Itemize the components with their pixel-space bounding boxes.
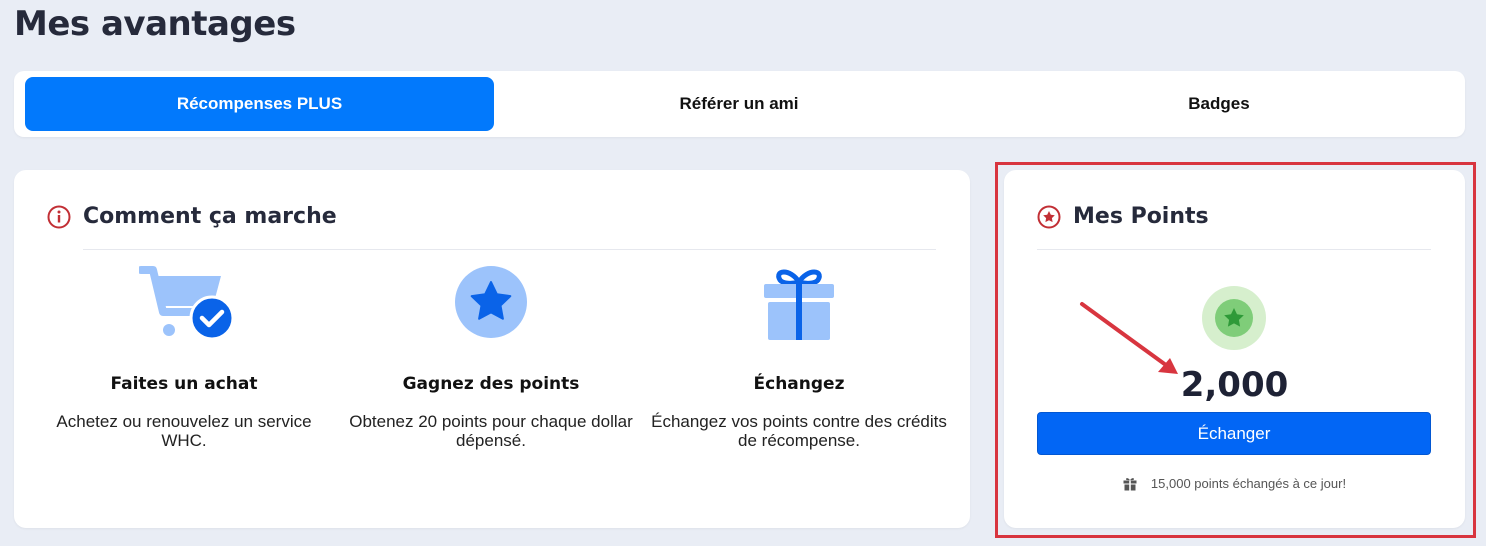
tab-recompenses-plus[interactable]: Récompenses PLUS	[25, 77, 494, 131]
gift-icon	[764, 269, 834, 340]
points-coin-icon	[1202, 286, 1266, 350]
info-circle-icon	[47, 205, 71, 228]
step-earn-title: Gagnez des points	[402, 374, 580, 394]
my-points-header: Mes Points	[1037, 204, 1209, 229]
step-purchase-title: Faites un achat	[110, 374, 258, 394]
star-circle-icon	[455, 266, 527, 338]
my-points-title: Mes Points	[1073, 204, 1209, 229]
step-redeem-title: Échangez	[753, 374, 845, 394]
page-title: Mes avantages	[14, 4, 296, 44]
divider	[1037, 249, 1431, 250]
step-redeem-text: Échangez vos points contre des crédits d…	[651, 412, 947, 450]
how-it-works-header: Comment ça marche	[47, 204, 337, 229]
redeem-button[interactable]: Échanger	[1037, 412, 1431, 455]
tab-referer-un-ami[interactable]: Référer un ami	[494, 77, 984, 131]
divider	[83, 249, 936, 250]
tab-badges[interactable]: Badges	[984, 77, 1454, 131]
cart-check-icon	[139, 266, 233, 340]
redeemed-points-text: 15,000 points échangés à ce jour!	[1150, 476, 1347, 491]
points-balance: 2,000	[1180, 365, 1289, 405]
star-badge-icon	[1037, 205, 1061, 228]
gift-icon	[1123, 477, 1137, 490]
step-earn-text: Obtenez 20 points pour chaque dollar dép…	[349, 412, 633, 450]
how-it-works-title: Comment ça marche	[83, 204, 337, 229]
step-purchase-text: Achetez ou renouvelez un service WHC.	[56, 412, 312, 450]
redeemed-points-note: 15,000 points échangés à ce jour!	[1004, 476, 1465, 491]
rewards-tab-bar: Récompenses PLUS Référer un ami Badges	[14, 71, 1465, 137]
